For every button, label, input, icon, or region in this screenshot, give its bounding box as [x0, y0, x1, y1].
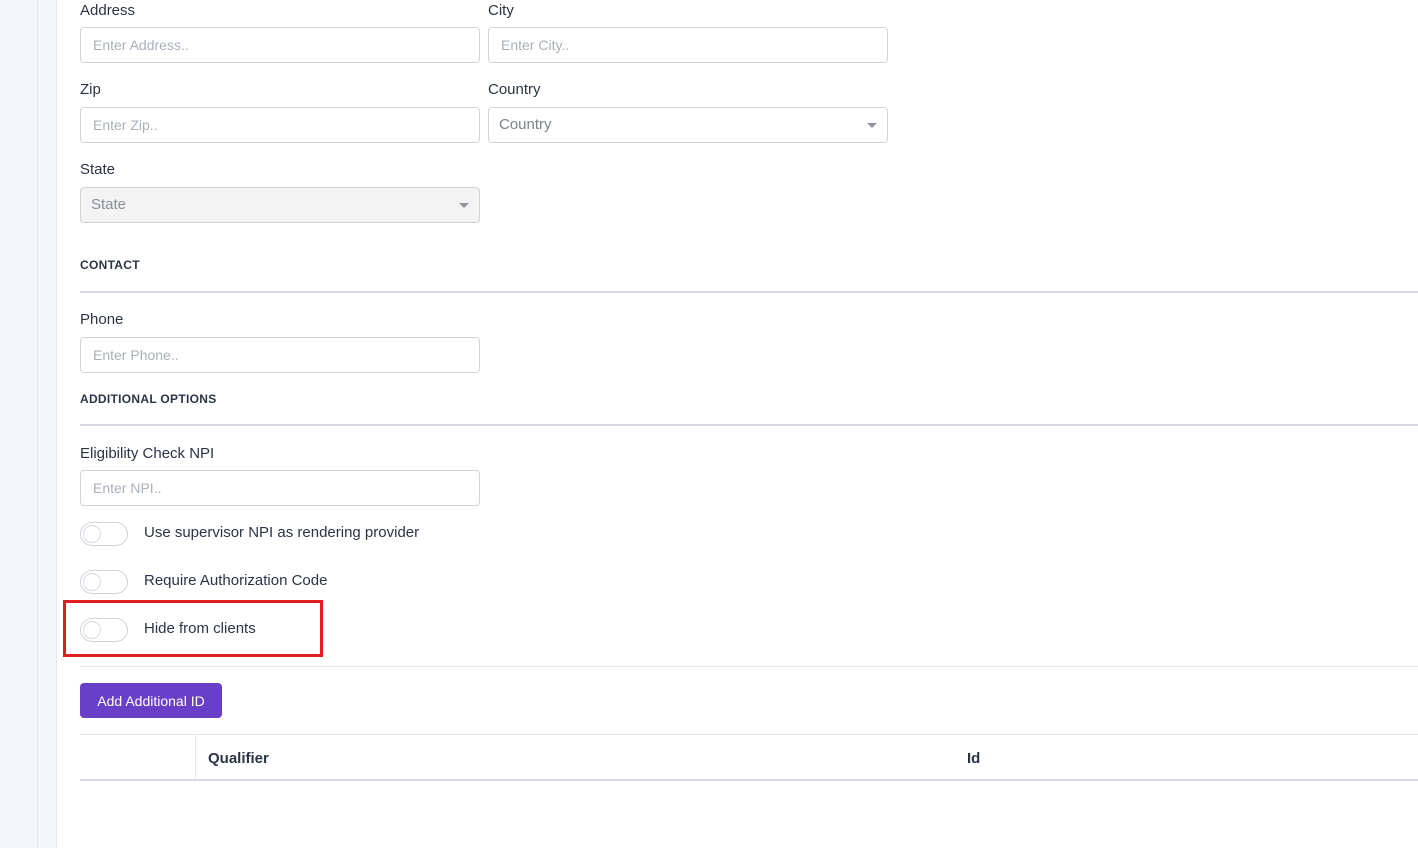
contact-section-title: CONTACT — [80, 258, 140, 272]
city-input[interactable] — [488, 27, 888, 63]
supervisor-npi-toggle[interactable] — [80, 522, 128, 546]
country-label: Country — [488, 81, 541, 98]
additional-options-divider — [80, 424, 1418, 426]
options-bottom-divider — [80, 666, 1418, 667]
chevron-down-icon — [459, 203, 469, 208]
npi-label: Eligibility Check NPI — [80, 445, 215, 462]
require-auth-code-toggle[interactable] — [80, 570, 128, 594]
npi-input[interactable] — [80, 470, 480, 506]
add-additional-id-button[interactable]: Add Additional ID — [80, 683, 222, 718]
address-input[interactable] — [80, 27, 480, 63]
table-header-id: Id — [967, 750, 981, 767]
toggle-knob — [83, 525, 101, 543]
phone-input[interactable] — [80, 337, 480, 373]
additional-options-section-title: ADDITIONAL OPTIONS — [80, 392, 217, 406]
country-select-value: Country — [499, 116, 552, 133]
zip-input[interactable] — [80, 107, 480, 143]
zip-label: Zip — [80, 81, 101, 98]
table-header-bottom-border — [80, 779, 1418, 781]
supervisor-npi-toggle-label: Use supervisor NPI as rendering provider — [144, 524, 420, 541]
require-auth-code-toggle-label: Require Authorization Code — [144, 572, 328, 589]
country-select[interactable]: Country — [488, 107, 888, 143]
chevron-down-icon — [867, 123, 877, 128]
address-label: Address — [80, 2, 136, 19]
highlight-box — [63, 600, 323, 657]
state-label: State — [80, 161, 116, 178]
state-select-value: State — [91, 196, 127, 213]
table-column-divider — [195, 734, 196, 780]
phone-label: Phone — [80, 311, 124, 328]
state-select[interactable]: State — [80, 187, 480, 223]
table-top-border — [80, 734, 1418, 735]
table-header-qualifier: Qualifier — [208, 750, 269, 767]
left-rail — [0, 0, 38, 848]
contact-divider — [80, 291, 1418, 293]
city-label: City — [488, 2, 514, 19]
toggle-knob — [83, 573, 101, 591]
